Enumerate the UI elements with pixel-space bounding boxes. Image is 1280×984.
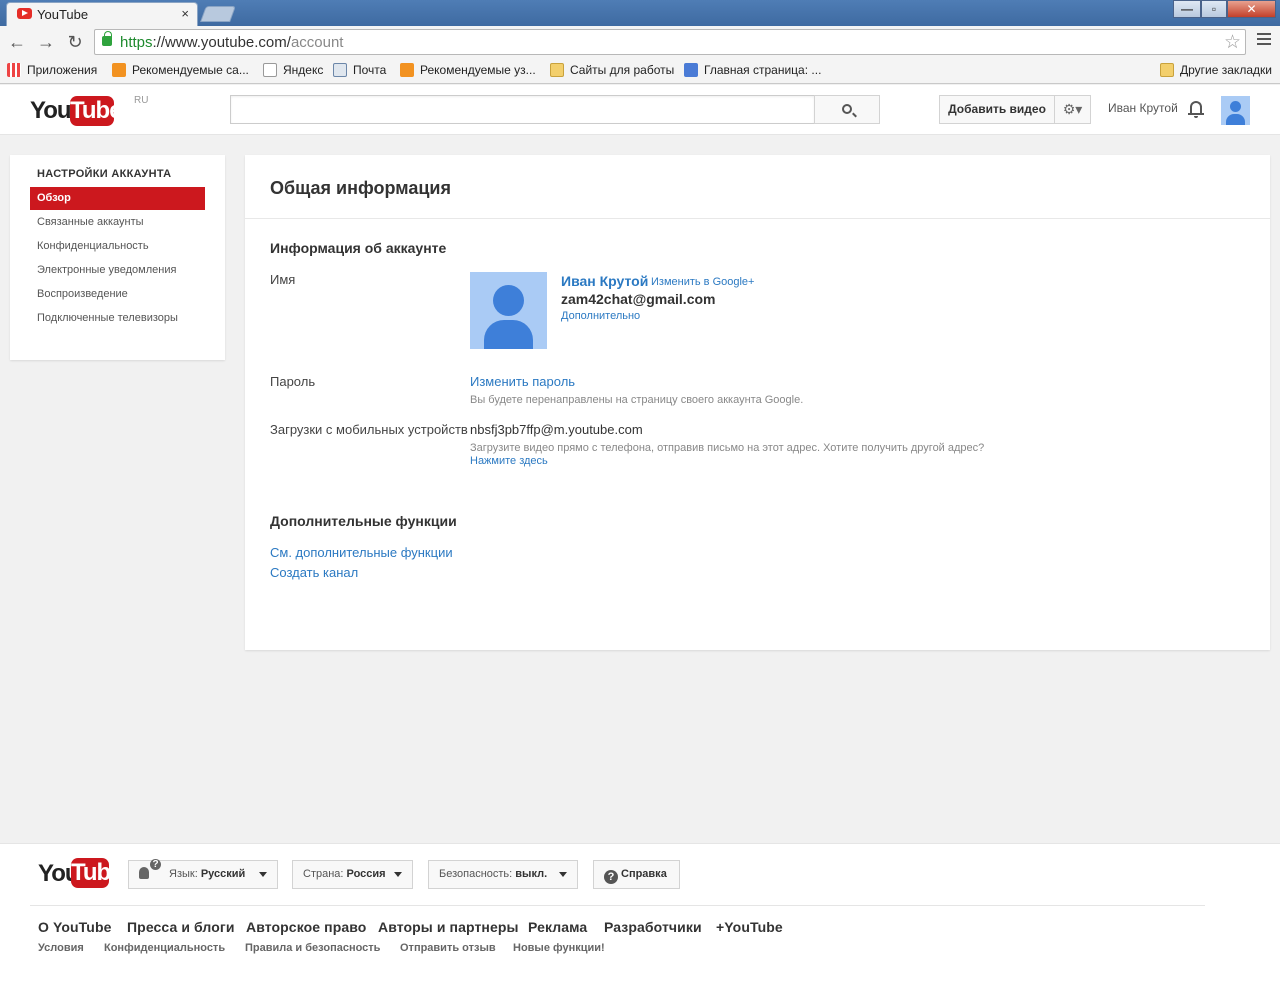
footer-link-developers[interactable]: Разработчики xyxy=(604,919,702,935)
profile-avatar[interactable] xyxy=(470,272,547,349)
page-icon xyxy=(263,63,277,77)
profile-email: zam42chat@gmail.com xyxy=(561,291,716,307)
youtube-footer: You Tube Язык: Русский Страна: Россия Бе… xyxy=(0,843,1280,984)
sidebar-item-linked-accounts[interactable]: Связанные аккаунты xyxy=(30,211,205,234)
password-note: Вы будете перенаправлены на страницу сво… xyxy=(470,394,804,406)
reload-icon[interactable]: ↻ xyxy=(65,32,85,52)
sidebar-item-email-notifications[interactable]: Электронные уведомления xyxy=(30,259,205,282)
account-settings-sidebar: НАСТРОЙКИ АККАУНТА Обзор Связанные аккау… xyxy=(10,155,225,360)
maximize-button[interactable]: ▫ xyxy=(1201,0,1227,18)
address-bar[interactable]: https://www.youtube.com/account ☆ xyxy=(94,29,1246,55)
bookmark-item[interactable]: Почта xyxy=(333,62,386,80)
region-label: RU xyxy=(134,95,149,106)
additional-features-heading: Дополнительные функции xyxy=(270,513,457,529)
footer-link-new-features[interactable]: Новые функции! xyxy=(513,942,605,954)
username-label[interactable]: Иван Крутой xyxy=(1108,101,1178,115)
search-icon xyxy=(842,104,852,114)
upload-video-button[interactable]: Добавить видео xyxy=(939,95,1055,124)
bookmark-folder[interactable]: Сайты для работы xyxy=(550,62,674,80)
google-icon xyxy=(684,63,698,77)
sidebar-heading: НАСТРОЙКИ АККАУНТА xyxy=(37,168,172,180)
footer-link-policy-safety[interactable]: Правила и безопасность xyxy=(245,942,380,954)
sidebar-item-overview[interactable]: Обзор xyxy=(30,187,205,210)
bookmark-orange-icon xyxy=(112,63,126,77)
chevron-down-icon xyxy=(259,872,267,877)
safety-mode-button[interactable]: Безопасность: выкл. xyxy=(428,860,578,889)
close-window-button[interactable]: ✕ xyxy=(1227,0,1276,18)
tab-close-icon[interactable]: × xyxy=(181,6,189,21)
footer-link-about[interactable]: О YouTube xyxy=(38,919,111,935)
youtube-masthead: You Tube RU Добавить видео ⚙▾ Иван Круто… xyxy=(0,85,1280,135)
bookmark-item[interactable]: Приложения xyxy=(7,62,97,80)
other-bookmarks-folder[interactable]: Другие закладки xyxy=(1160,62,1272,80)
bookmarks-bar: Приложения Рекомендуемые са... Яндекс По… xyxy=(0,58,1280,84)
apps-icon xyxy=(7,63,21,77)
settings-gear-button[interactable]: ⚙▾ xyxy=(1054,95,1091,124)
sidebar-item-privacy[interactable]: Конфиденциальность xyxy=(30,235,205,258)
create-channel-link[interactable]: Создать канал xyxy=(270,565,358,580)
footer-link-feedback[interactable]: Отправить отзыв xyxy=(400,942,496,954)
sidebar-item-playback[interactable]: Воспроизведение xyxy=(30,283,205,306)
view-additional-features-link[interactable]: См. дополнительные функции xyxy=(270,545,453,560)
new-tab-button[interactable] xyxy=(200,6,236,22)
divider xyxy=(245,218,1270,219)
bookmark-star-icon[interactable]: ☆ xyxy=(1224,31,1241,54)
help-button[interactable]: ? Справка xyxy=(593,860,680,889)
more-link[interactable]: Дополнительно xyxy=(561,310,640,322)
edit-in-google-plus-link[interactable]: Изменить в Google+ xyxy=(651,276,754,288)
footer-link-copyright[interactable]: Авторское право xyxy=(246,919,366,935)
footer-link-plus-youtube[interactable]: +YouTube xyxy=(716,919,783,935)
browser-titlebar: YouTube × — ▫ ✕ xyxy=(0,0,1280,26)
bookmark-item[interactable]: Главная страница: ... xyxy=(684,62,821,80)
browser-tab[interactable]: YouTube × xyxy=(6,2,198,26)
tab-title: YouTube xyxy=(37,7,89,22)
search-button[interactable] xyxy=(814,95,880,124)
folder-icon xyxy=(1160,63,1174,77)
back-arrow-icon[interactable]: ← xyxy=(7,32,27,52)
avatar[interactable] xyxy=(1221,96,1250,125)
page-title: Общая информация xyxy=(270,178,451,198)
mobile-note: Загрузите видео прямо с телефона, отправ… xyxy=(470,442,985,454)
footer-link-privacy[interactable]: Конфиденциальность xyxy=(104,942,225,954)
folder-icon xyxy=(550,63,564,77)
footer-link-advertise[interactable]: Реклама xyxy=(528,919,587,935)
get-new-address-link[interactable]: Нажмите здесь xyxy=(470,455,548,467)
country-picker-button[interactable]: Страна: Россия xyxy=(292,860,413,889)
language-picker-button[interactable]: Язык: Русский xyxy=(128,859,278,889)
maximize-icon: ▫ xyxy=(1211,2,1217,16)
footer-link-creators[interactable]: Авторы и партнеры xyxy=(378,919,519,935)
youtube-favicon-icon xyxy=(17,8,32,19)
change-password-link[interactable]: Изменить пароль xyxy=(470,374,575,389)
mail-icon xyxy=(333,63,347,77)
minimize-button[interactable]: — xyxy=(1173,0,1201,18)
mobile-uploads-label: Загрузки с мобильных устройств xyxy=(270,422,468,437)
password-label: Пароль xyxy=(270,374,316,389)
forward-arrow-icon[interactable]: → xyxy=(36,32,56,52)
browser-toolbar: ← → ↻ https://www.youtube.com/account ☆ xyxy=(0,26,1280,58)
footer-link-press[interactable]: Пресса и блоги xyxy=(127,919,235,935)
sidebar-item-connected-tvs[interactable]: Подключенные телевизоры xyxy=(30,307,205,330)
close-icon: ✕ xyxy=(1246,2,1257,16)
account-info-heading: Информация об аккаунте xyxy=(270,240,447,256)
bookmark-item[interactable]: Рекомендуемые уз... xyxy=(400,62,536,80)
minimize-icon: — xyxy=(1181,2,1193,16)
lock-icon xyxy=(102,31,112,46)
notifications-bell-icon[interactable] xyxy=(1188,100,1204,118)
name-label: Имя xyxy=(270,272,296,287)
help-icon: ? xyxy=(604,870,618,884)
search-input[interactable] xyxy=(230,95,815,124)
chrome-menu-icon[interactable] xyxy=(1257,33,1271,48)
mobile-upload-address: nbsfj3pb7ffp@m.youtube.com xyxy=(470,422,643,437)
chevron-down-icon xyxy=(559,872,567,877)
bookmark-item[interactable]: Яндекс xyxy=(263,62,323,80)
bookmark-orange-icon xyxy=(400,63,414,77)
chevron-down-icon xyxy=(394,872,402,877)
footer-divider xyxy=(30,905,1205,906)
footer-link-terms[interactable]: Условия xyxy=(38,942,84,954)
bookmark-item[interactable]: Рекомендуемые са... xyxy=(112,62,249,80)
url-text: https://www.youtube.com/account xyxy=(120,34,344,51)
profile-name-link[interactable]: Иван Крутой xyxy=(561,273,648,289)
language-icon xyxy=(139,859,161,879)
account-overview-card: Общая информация Информация об аккаунте … xyxy=(245,155,1270,650)
